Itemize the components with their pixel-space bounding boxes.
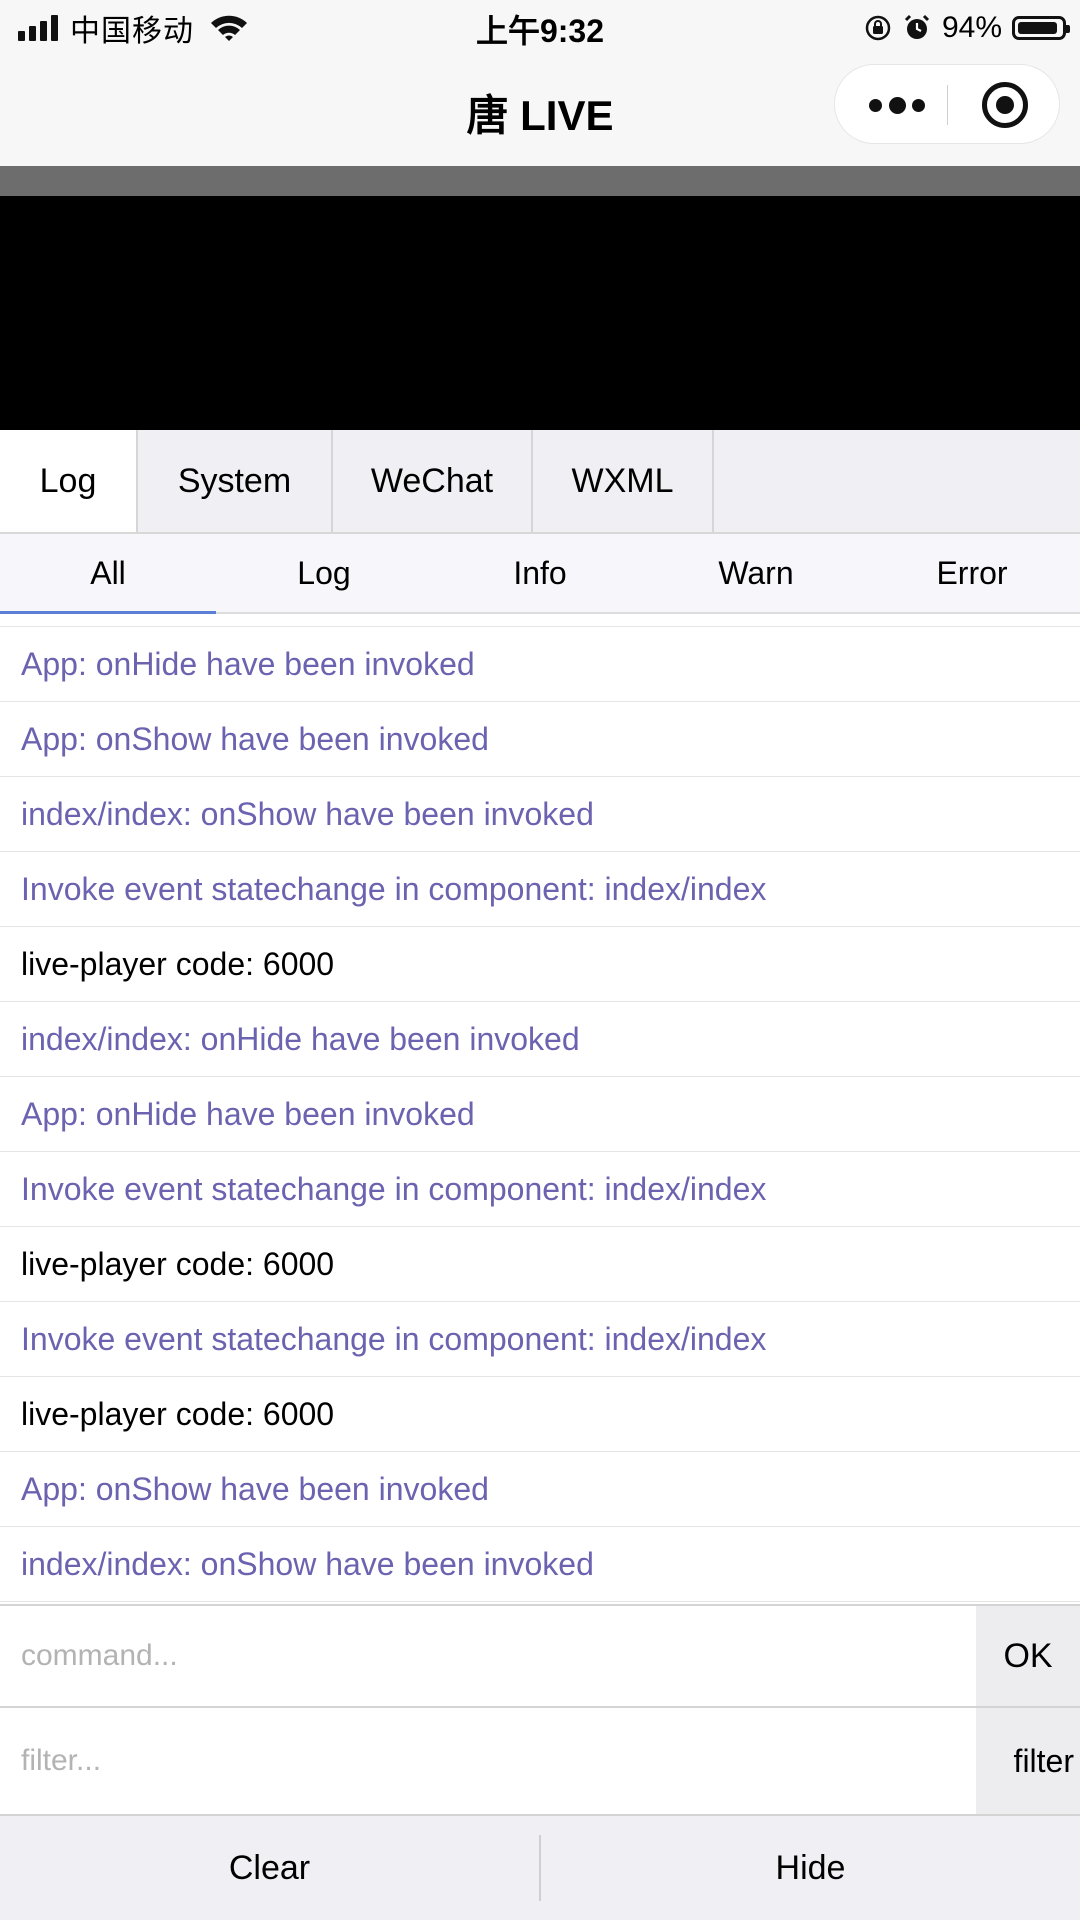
bottom-bar: Clear Hide	[0, 1816, 1080, 1920]
log-entry: index/index: onShow have been invoked	[0, 1527, 1080, 1602]
menu-capsule	[834, 64, 1060, 144]
navigation-bar: 唐 LIVE	[0, 54, 1080, 166]
capsule-divider	[947, 85, 948, 125]
log-entry: live-player code: 6000	[0, 927, 1080, 1002]
more-icon[interactable]	[869, 91, 925, 119]
clear-button[interactable]: Clear	[0, 1816, 539, 1920]
log-entry: App: onShow have been invoked	[0, 702, 1080, 777]
filter-tab-log[interactable]: Log	[216, 534, 432, 612]
log-entry: index/index: onShow have been invoked	[0, 777, 1080, 852]
video-header-strip	[0, 166, 1080, 196]
battery-percent: 94%	[941, 11, 1002, 44]
command-row: OK	[0, 1604, 1080, 1708]
tab-wechat[interactable]: WeChat	[333, 430, 533, 532]
log-list[interactable]: App: onHide have been invoked App: onSho…	[0, 626, 1080, 1605]
log-entry: Invoke event statechange in component: i…	[0, 1302, 1080, 1377]
log-entry: Invoke event statechange in component: i…	[0, 852, 1080, 927]
tab-wxml[interactable]: WXML	[533, 430, 714, 532]
log-entry: App: onHide have been invoked	[0, 1077, 1080, 1152]
tab-log[interactable]: Log	[0, 430, 138, 532]
main-tabs: Log System WeChat WXML	[0, 430, 1080, 534]
tab-system[interactable]: System	[138, 430, 333, 532]
filter-tab-warn[interactable]: Warn	[648, 534, 864, 612]
filter-button[interactable]: filter	[976, 1708, 1080, 1814]
log-entry: index/index: onHide have been invoked	[0, 1002, 1080, 1077]
filter-input[interactable]	[0, 1708, 975, 1814]
log-entry: Invoke event statechange in component: i…	[0, 1152, 1080, 1227]
filter-row: filter	[0, 1708, 1080, 1816]
close-target-icon[interactable]	[982, 82, 1028, 128]
log-entry: App: onHide have been invoked	[0, 627, 1080, 702]
log-entry: live-player code: 6000	[0, 1227, 1080, 1302]
filter-tab-info[interactable]: Info	[432, 534, 648, 612]
battery-icon	[1012, 16, 1070, 40]
ok-button[interactable]: OK	[976, 1606, 1080, 1706]
live-player[interactable]	[0, 196, 1080, 430]
filter-tab-error[interactable]: Error	[864, 534, 1080, 612]
hide-button[interactable]: Hide	[541, 1816, 1080, 1920]
log-level-tabs: All Log Info Warn Error	[0, 534, 1080, 614]
rotation-lock-icon	[865, 15, 891, 41]
log-entry: live-player code: 6000	[0, 1377, 1080, 1452]
status-bar: 中国移动 上午9:32 94%	[0, 0, 1080, 54]
command-input[interactable]	[0, 1606, 975, 1706]
log-entry: App: onShow have been invoked	[0, 1452, 1080, 1527]
filter-tab-all[interactable]: All	[0, 534, 216, 614]
alarm-icon	[904, 14, 930, 39]
status-right: 94%	[864, 8, 1070, 48]
